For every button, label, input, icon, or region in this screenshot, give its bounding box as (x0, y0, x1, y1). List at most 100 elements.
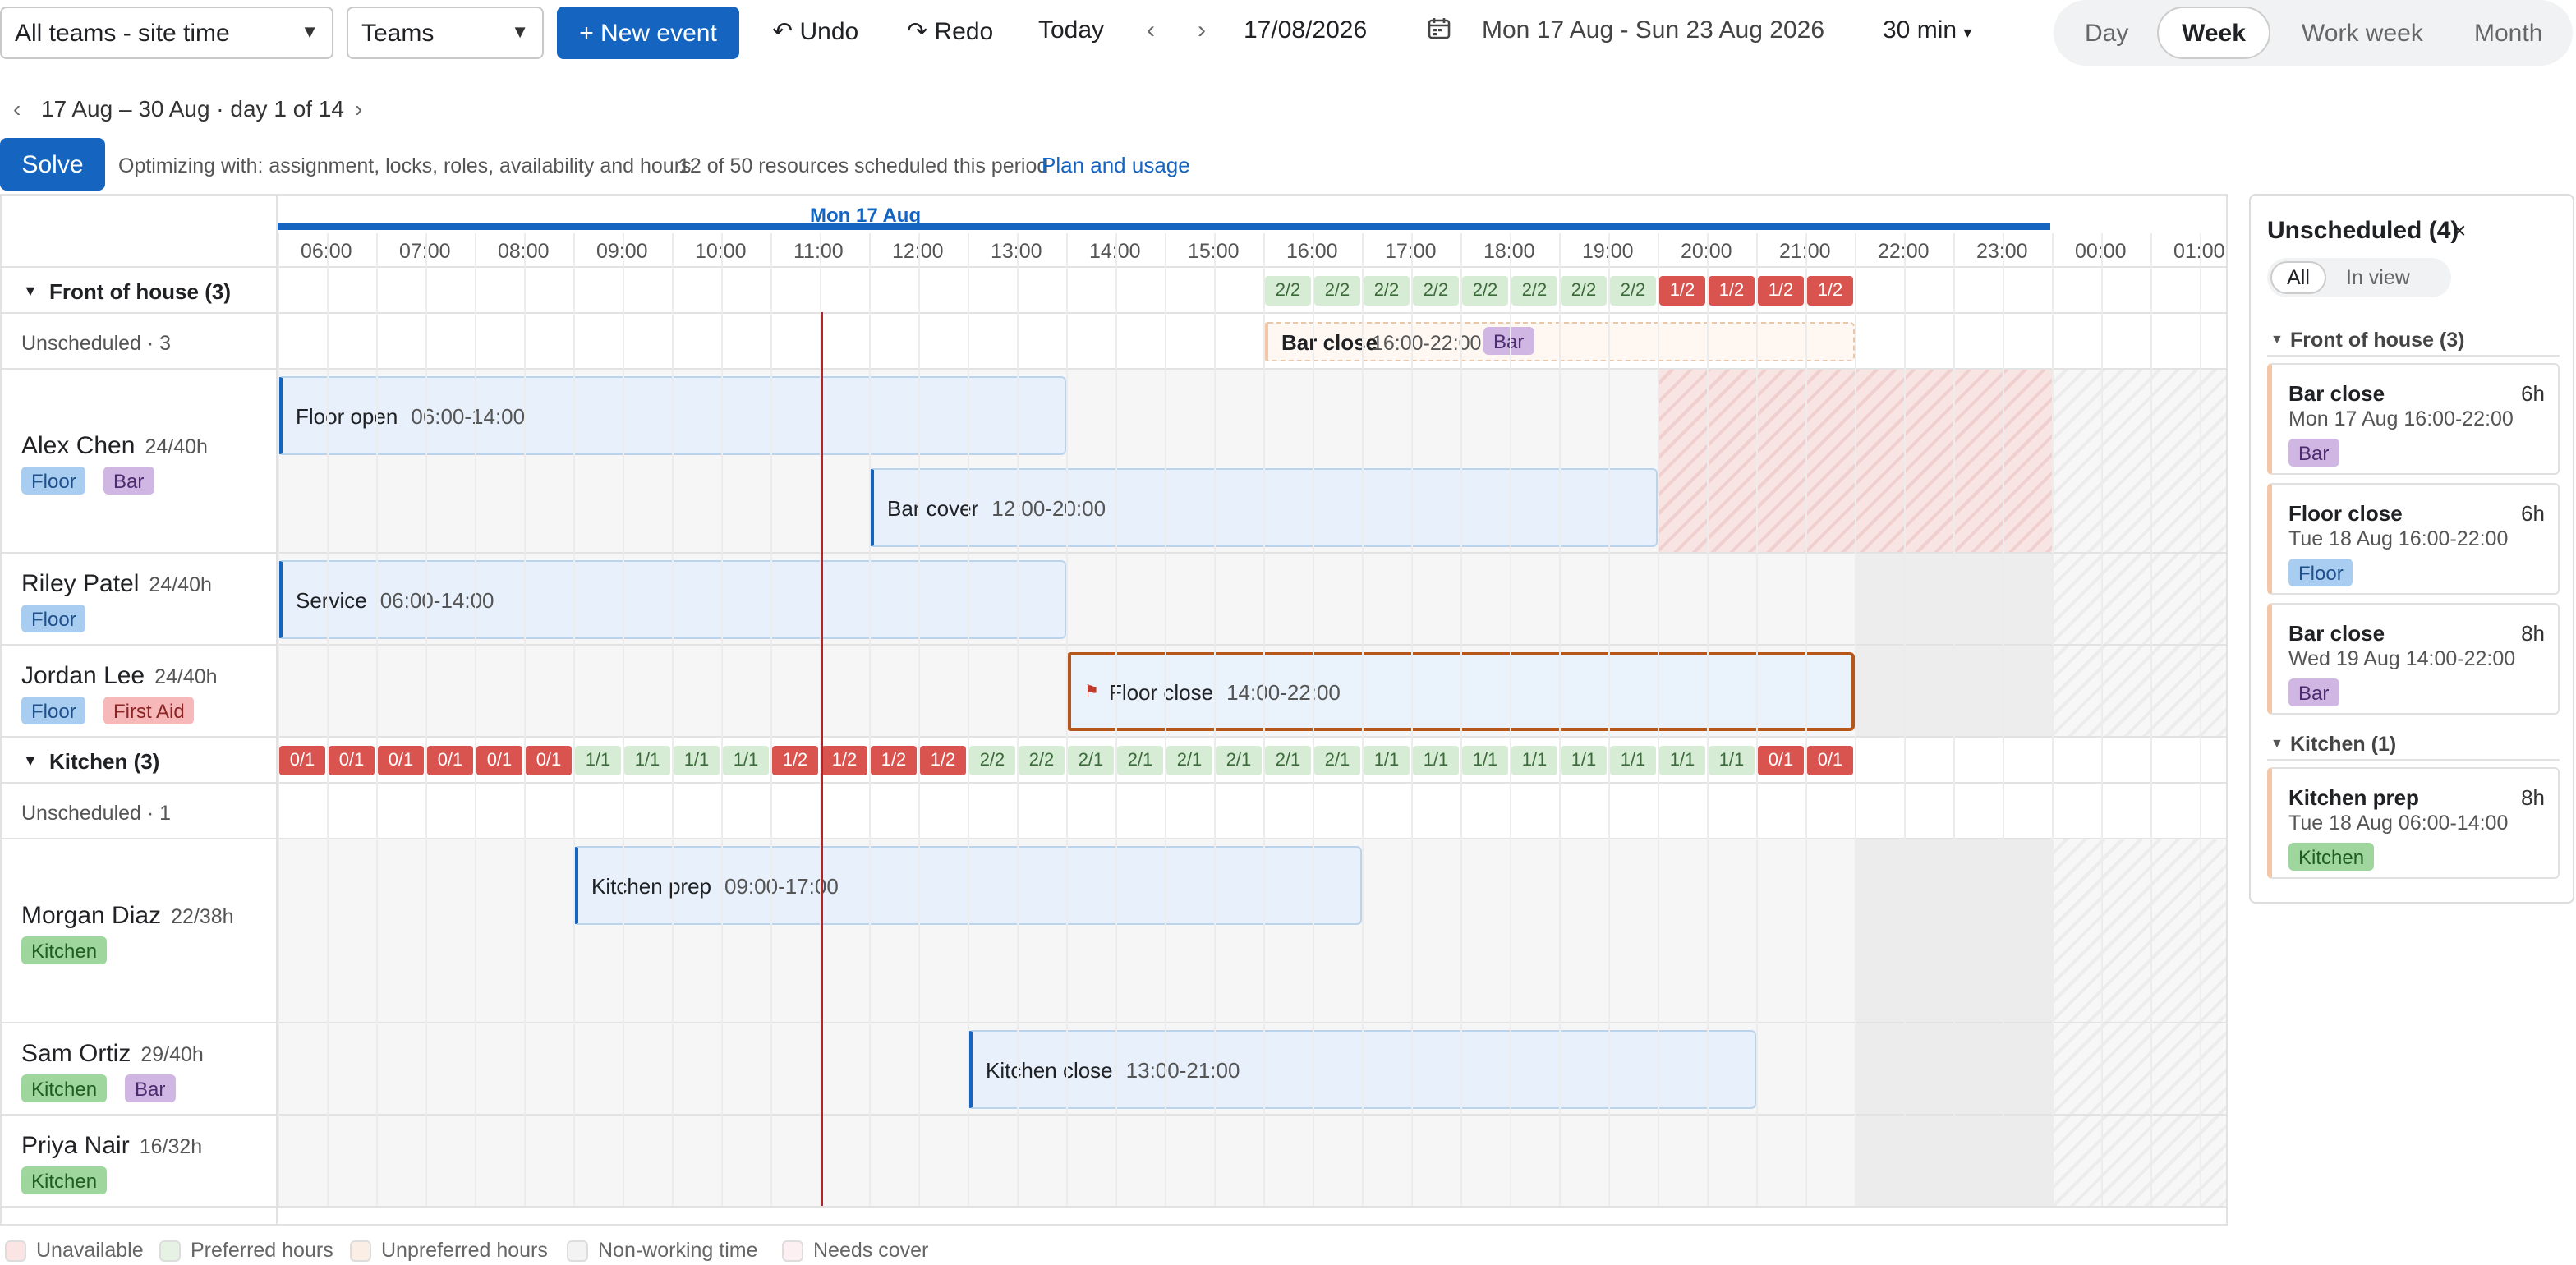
card-title: Bar close (2288, 381, 2385, 406)
filter-in-view-tab[interactable]: In view (2346, 266, 2410, 289)
grid-line (1806, 233, 1807, 1206)
collapse-caret-icon[interactable]: ▼ (2270, 332, 2284, 347)
unscheduled-card[interactable]: Bar close 8h Wed 19 Aug 14:00-22:00 Bar (2267, 603, 2560, 715)
plan-usage-link[interactable]: Plan and usage (1042, 153, 1190, 177)
card-hours: 6h (2521, 381, 2545, 406)
row-divider (0, 266, 2228, 268)
close-icon[interactable]: × (2453, 217, 2466, 243)
unscheduled-card[interactable]: Bar close 6h Mon 17 Aug 16:00-22:00 Bar (2267, 363, 2560, 475)
resource-name: Priya Nair (21, 1132, 130, 1160)
grid-line (623, 233, 624, 1206)
grid-line (1362, 233, 1364, 1206)
card-title: Kitchen prep (2288, 785, 2419, 810)
group-kitchen[interactable]: Kitchen (3) (49, 749, 159, 774)
view-week-tab[interactable]: Week (2157, 7, 2270, 59)
next-week-icon[interactable]: › (1198, 16, 1206, 44)
unscheduled-event-tag: Bar (1484, 327, 1534, 355)
view-month-tab[interactable]: Month (2474, 20, 2542, 48)
coverage-cell: 0/1 (526, 746, 572, 775)
collapse-caret-icon[interactable]: ▼ (2270, 736, 2284, 751)
period-next-icon[interactable]: › (355, 95, 362, 122)
prev-week-icon[interactable]: ‹ (1147, 16, 1155, 44)
grid-line (770, 233, 772, 1206)
grid-line (426, 233, 427, 1206)
view-switcher: Day Week Work week Month (2054, 0, 2573, 66)
grid-line (1707, 233, 1709, 1206)
legend-label: Preferred hours (191, 1239, 334, 1262)
panel-group-kitchen[interactable]: Kitchen (1) (2290, 733, 2396, 756)
card-date: Tue 18 Aug 06:00-14:00 (2288, 812, 2509, 835)
resource-alex-chen[interactable]: Alex Chen 24/40h (21, 432, 208, 460)
coverage-cell: 2/1 (1117, 746, 1163, 775)
grid-line (1066, 233, 1068, 1206)
coverage-cell: 2/2 (1511, 276, 1557, 306)
legend-unavailable: Unavailable (5, 1239, 144, 1262)
grid-line (968, 233, 969, 1206)
calendar-icon[interactable] (1428, 16, 1451, 46)
resource-jordan-lee[interactable]: Jordan Lee 24/40h (21, 662, 218, 690)
resource-priya-nair[interactable]: Priya Nair 16/32h (21, 1132, 202, 1160)
role-tag-bar: Bar (125, 1074, 176, 1102)
undo-button[interactable]: ↶ Undo (772, 16, 858, 46)
coverage-cell: 1/2 (1758, 276, 1804, 306)
view-day-tab[interactable]: Day (2085, 20, 2128, 48)
interval-select[interactable]: 30 min ▾ (1883, 16, 1971, 44)
panel-group-front[interactable]: Front of house (3) (2290, 329, 2465, 352)
unscheduled-row-label: Unscheduled · 1 (21, 802, 172, 825)
unscheduled-card[interactable]: Kitchen prep 8h Tue 18 Aug 06:00-14:00 K… (2267, 767, 2560, 879)
role-tag-first-aid: First Aid (104, 697, 195, 724)
filter-all-tab[interactable]: All (2270, 261, 2326, 294)
grid-line (1608, 233, 1610, 1206)
scheduled-count: 12 of 50 resources scheduled this period (678, 154, 1049, 177)
grid-line (573, 233, 575, 1206)
resource-morgan-diaz[interactable]: Morgan Diaz 22/38h (21, 902, 234, 930)
row-divider (0, 838, 2228, 840)
scope-select[interactable]: All teams - site time ▼ (0, 7, 334, 59)
coverage-cell: 1/2 (1659, 276, 1705, 306)
legend-non-working: Non-working time (567, 1239, 758, 1262)
group-select[interactable]: Teams ▼ (347, 7, 544, 59)
group-front-of-house[interactable]: Front of house (3) (49, 279, 231, 304)
event-title: Floor close (1108, 679, 1214, 704)
event-title: Bar cover (887, 495, 979, 520)
collapse-caret-icon[interactable]: ▼ (23, 752, 38, 769)
grid-line (1510, 233, 1511, 1206)
legend-label: Unavailable (36, 1239, 144, 1262)
grid-line (1411, 233, 1413, 1206)
unscheduled-card[interactable]: Floor close 6h Tue 18 Aug 16:00-22:00 Fl… (2267, 483, 2560, 595)
grid-line (820, 233, 821, 1206)
redo-button[interactable]: ↷ Redo (907, 16, 993, 46)
unscheduled-event-time: 16:00-22:00 (1372, 332, 1482, 355)
card-title: Floor close (2288, 501, 2403, 526)
new-event-button[interactable]: + New event (557, 7, 739, 59)
coverage-cell: 1/2 (772, 746, 818, 775)
event-time: 13:00-21:00 (1125, 1057, 1240, 1082)
grid-line (1165, 233, 1166, 1206)
hour-tick-label: 11:00 (794, 240, 844, 263)
coverage-cell: 1/1 (1659, 746, 1705, 775)
collapse-caret-icon[interactable]: ▼ (23, 283, 38, 299)
grid-line (1263, 233, 1265, 1206)
event-title: Service (296, 587, 367, 612)
view-workweek-tab[interactable]: Work week (2302, 20, 2423, 48)
coverage-cell: 0/1 (476, 746, 522, 775)
resource-riley-patel[interactable]: Riley Patel 24/40h (21, 570, 212, 598)
solve-button[interactable]: Solve (0, 138, 105, 191)
resource-hours: 29/40h (140, 1043, 204, 1066)
grid-line (2150, 233, 2152, 1206)
coverage-cell: 0/1 (378, 746, 424, 775)
period-prev-icon[interactable]: ‹ (13, 95, 21, 122)
grid-line (918, 233, 920, 1206)
legend-label: Unpreferred hours (381, 1239, 548, 1262)
resource-sam-ortiz[interactable]: Sam Ortiz 29/40h (21, 1040, 204, 1068)
interval-value: 30 min (1883, 16, 1957, 44)
grid-line (2003, 233, 2004, 1206)
coverage-cell: 0/1 (1758, 746, 1804, 775)
coverage-cell: 2/2 (1019, 746, 1065, 775)
row-divider (0, 736, 2228, 738)
row-divider (0, 644, 2228, 646)
today-button[interactable]: Today (1038, 16, 1104, 44)
date-input[interactable]: 17/08/2026 (1244, 16, 1367, 44)
coverage-cell: 2/2 (1265, 276, 1311, 306)
coverage-cell: 1/1 (1709, 746, 1755, 775)
